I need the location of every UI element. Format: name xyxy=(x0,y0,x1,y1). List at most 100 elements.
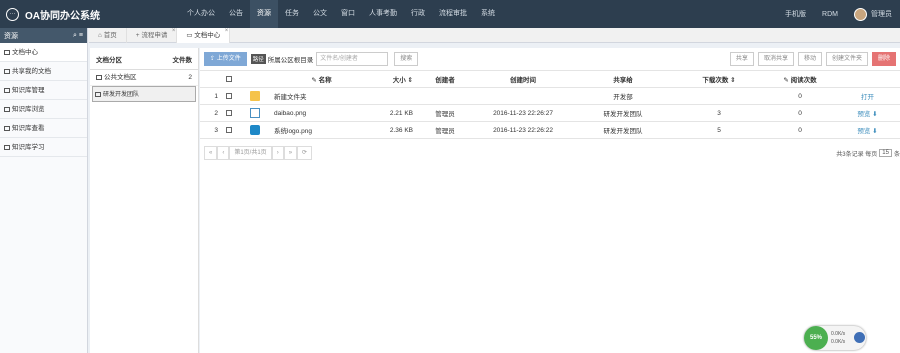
nav-item-hr[interactable]: 人事考勤 xyxy=(362,0,404,28)
refresh-icon[interactable]: ⟳ xyxy=(297,146,313,160)
col-size[interactable]: 大小 ⇕ xyxy=(369,70,417,88)
sidebar-item-kb-view[interactable]: 知识库查看 xyxy=(0,119,87,138)
sidebar-item-shared[interactable]: 共享我的文档 xyxy=(0,62,87,81)
col-downloads-label: 下载次数 xyxy=(702,77,729,84)
upload-label: 上传文件 xyxy=(216,56,241,62)
nav-item-admin[interactable]: 行政 xyxy=(404,0,432,28)
nav-item-workflow[interactable]: 流程审批 xyxy=(432,0,474,28)
last-page-button[interactable]: » xyxy=(283,146,298,160)
file-name[interactable]: 系统logo.png xyxy=(274,121,369,139)
sidebar-item-label: 知识库学习 xyxy=(12,144,45,151)
partition-row[interactable]: 研发开发团队 xyxy=(92,86,196,102)
pager-summary: 共3条记录 每页 15 条 xyxy=(836,149,900,158)
file-name[interactable]: 新建文件夹 xyxy=(274,87,369,105)
tab-workflow[interactable]: + 流程申请 × xyxy=(127,28,178,43)
nav-item-window[interactable]: 窗口 xyxy=(334,0,362,28)
download-icon[interactable]: ⬇ xyxy=(872,111,877,118)
prev-page-button[interactable]: ‹ xyxy=(217,146,230,160)
sidebar-item-kb-learn[interactable]: 知识库学习 xyxy=(0,138,87,157)
sidebar-item-label: 知识库查看 xyxy=(12,125,45,132)
nav-item-personal[interactable]: 个人办公 xyxy=(180,0,222,28)
preview-label: 预览 xyxy=(857,128,871,135)
usage-gauge: 55% xyxy=(804,326,828,350)
delete-button[interactable]: 删除 xyxy=(871,52,896,66)
open-link[interactable]: 打开 xyxy=(835,87,900,105)
col-reads-label: 阅读次数 xyxy=(790,77,817,84)
search-icon[interactable]: ⌕ ≡ xyxy=(73,32,83,40)
tab-label: 首页 xyxy=(103,32,117,39)
network-widget[interactable]: 55% 0.0K/s 0.0K/s xyxy=(804,326,866,350)
col-downloads[interactable]: 下载次数 ⇕ xyxy=(673,70,765,88)
new-folder-button[interactable]: 创建文件夹 xyxy=(825,52,868,66)
folder-icon xyxy=(4,68,10,74)
partition-col-count: 文件数 xyxy=(172,56,193,64)
first-page-button[interactable]: « xyxy=(204,146,218,160)
tab-doc-center[interactable]: ▭ 文档中心 × xyxy=(177,28,231,43)
file-share: 开发部 xyxy=(573,87,673,105)
table-row[interactable]: 2 daibao.png 2.21 KB 管理员 2016-11-23 22:2… xyxy=(200,104,900,122)
col-action xyxy=(835,70,900,88)
unshare-button[interactable]: 取消共享 xyxy=(757,52,794,66)
folder-icon xyxy=(95,91,101,97)
row-checkbox[interactable] xyxy=(222,104,236,122)
search-input[interactable]: 文件名/创建者 xyxy=(316,52,389,66)
close-icon[interactable]: × xyxy=(172,24,176,39)
accelerate-icon[interactable] xyxy=(854,332,865,343)
share-button[interactable]: 共享 xyxy=(729,52,754,66)
book-icon xyxy=(4,125,10,131)
row-checkbox[interactable] xyxy=(222,121,236,139)
file-table: ✎ 名称 大小 ⇕ 创建者 创建时间 共享给 下载次数 ⇕ ✎ 阅读次数 1 新… xyxy=(200,70,900,139)
row-checkbox[interactable] xyxy=(222,87,236,105)
rdm-label: RDM xyxy=(822,10,838,18)
file-time: 2016-11-23 22:26:22 xyxy=(473,121,573,139)
col-name-label: 名称 xyxy=(318,77,332,84)
book-icon xyxy=(4,106,10,112)
sidebar-item-kb-browse[interactable]: 知识库浏览 xyxy=(0,100,87,119)
sidebar-item-doc-center[interactable]: 文档中心 xyxy=(0,43,87,62)
file-creator xyxy=(417,87,473,105)
close-icon[interactable]: × xyxy=(225,24,229,39)
col-name[interactable]: ✎ 名称 xyxy=(274,70,369,88)
preview-link[interactable]: 预览 ⬇ xyxy=(835,121,900,139)
mobile-link[interactable]: 手机版 xyxy=(777,9,814,19)
nav-item-resource[interactable]: 资源 xyxy=(250,0,278,28)
file-name[interactable]: daibao.png xyxy=(274,104,369,122)
partition-count: 2 xyxy=(188,74,192,81)
folder-icon xyxy=(96,74,102,80)
upload-speed: 0.0K/s xyxy=(831,331,846,337)
rdm-link[interactable]: RDM xyxy=(814,11,846,18)
row-index: 2 xyxy=(200,104,222,122)
page-indicator[interactable]: 第1页/共1页 xyxy=(229,146,272,160)
app-title: OA协同办公系统 xyxy=(25,10,100,22)
table-row[interactable]: 1 新建文件夹 开发部 0 打开 xyxy=(200,87,900,105)
app-logo[interactable]: ··· OA协同办公系统 xyxy=(0,0,116,28)
upload-button[interactable]: ⇪ 上传文件 xyxy=(204,52,247,66)
tab-label: 文档中心 xyxy=(194,32,221,39)
download-icon[interactable]: ⬇ xyxy=(872,128,877,135)
sidebar-item-kb-manage[interactable]: 知识库管理 xyxy=(0,81,87,100)
file-size xyxy=(369,87,417,105)
table-row[interactable]: 3 系统logo.png 2.36 KB 管理员 2016-11-23 22:2… xyxy=(200,121,900,139)
col-share: 共享给 xyxy=(573,70,673,88)
preview-link[interactable]: 预览 ⬇ xyxy=(835,104,900,122)
table-header-row: ✎ 名称 大小 ⇕ 创建者 创建时间 共享给 下载次数 ⇕ ✎ 阅读次数 xyxy=(200,70,900,88)
user-menu[interactable]: 管理员 xyxy=(846,7,900,21)
tab-bar: ⌂ 首页 + 流程申请 × ▭ 文档中心 × xyxy=(89,28,900,43)
file-time xyxy=(473,87,573,105)
nav-item-document[interactable]: 公文 xyxy=(306,0,334,28)
tab-label: 流程申请 xyxy=(141,32,168,39)
col-reads[interactable]: ✎ 阅读次数 xyxy=(765,70,835,88)
row-index: 1 xyxy=(200,87,222,105)
nav-item-system[interactable]: 系统 xyxy=(474,0,502,28)
nav-item-task[interactable]: 任务 xyxy=(278,0,306,28)
per-page-select[interactable]: 15 xyxy=(879,149,892,157)
move-button[interactable]: 移动 xyxy=(797,52,822,66)
next-page-button[interactable]: › xyxy=(271,146,284,160)
col-time: 创建时间 xyxy=(473,70,573,88)
partition-row[interactable]: 公共文档区 2 xyxy=(90,70,198,86)
select-all-checkbox[interactable] xyxy=(222,70,236,88)
file-creator: 管理员 xyxy=(417,104,473,122)
search-button[interactable]: 搜索 xyxy=(394,52,419,66)
tab-home[interactable]: ⌂ 首页 xyxy=(89,28,127,43)
file-downloads: 5 xyxy=(673,121,765,139)
